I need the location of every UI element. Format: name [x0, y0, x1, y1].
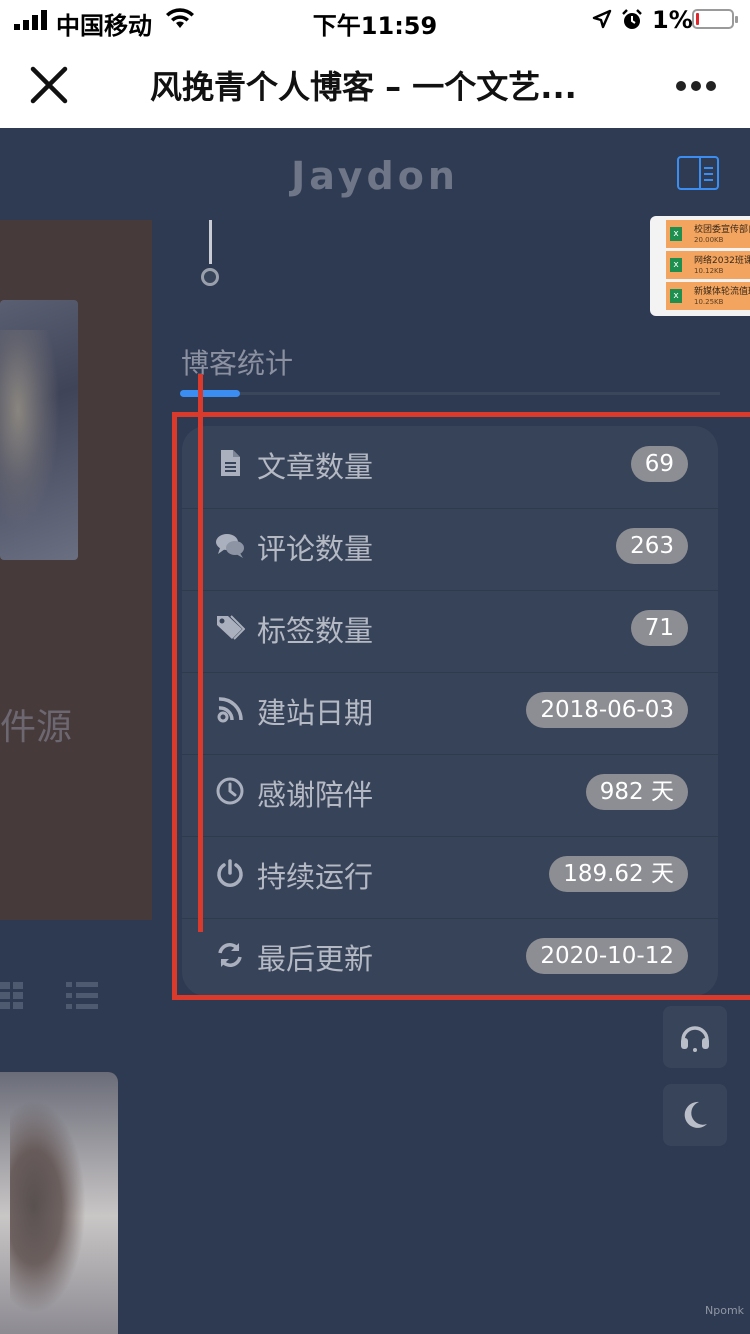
section-accent: [180, 390, 240, 397]
grid-view-icon[interactable]: [0, 982, 26, 1010]
excel-icon: x: [670, 289, 682, 303]
battery-percent: 1%: [652, 6, 693, 34]
headset-icon: [681, 1026, 709, 1052]
sidebar-toggle-icon[interactable]: [677, 156, 719, 190]
annotation-line: [198, 374, 203, 932]
page-title: 风挽青个人博客 – 一个文艺...: [150, 68, 577, 106]
web-page: Jaydon 件源 x 校团委宣传部自 20.00KB x: [0, 128, 750, 1334]
dark-mode-button[interactable]: [663, 1084, 727, 1146]
more-menu-icon[interactable]: [676, 76, 721, 95]
section-divider: [180, 392, 720, 395]
moon-icon: [684, 1101, 707, 1128]
timeline-line: [209, 220, 212, 264]
list-view-icon[interactable]: [66, 982, 100, 1010]
excel-icon: x: [670, 258, 682, 272]
excel-icon: x: [670, 227, 682, 241]
location-arrow-icon: [592, 9, 612, 29]
left-content-column: 件源: [0, 220, 152, 920]
site-logo[interactable]: Jaydon: [0, 154, 750, 198]
anime-illustration-2: [0, 1072, 118, 1334]
nav-bar: 风挽青个人博客 – 一个文艺...: [0, 40, 750, 128]
file-preview-overlay: x 校团委宣传部自 20.00KB x 网络2032班课 10.12KB x 新…: [650, 216, 750, 316]
site-header: Jaydon: [0, 128, 750, 220]
side-text: 件源: [0, 707, 73, 748]
battery-icon: [692, 9, 738, 29]
close-icon[interactable]: [28, 64, 70, 106]
annotation-box: [172, 412, 750, 1000]
watermark: Npomk: [705, 1304, 745, 1317]
customer-service-button[interactable]: [663, 1006, 727, 1068]
file-item[interactable]: x 校团委宣传部自 20.00KB: [666, 220, 750, 248]
alarm-icon: [622, 9, 642, 29]
file-item[interactable]: x 新媒体轮流值班 10.25KB: [666, 282, 750, 310]
file-item[interactable]: x 网络2032班课 10.12KB: [666, 251, 750, 279]
timeline-dot: [201, 268, 219, 286]
status-bar: 中国移动 下午11:59 1%: [0, 0, 750, 40]
